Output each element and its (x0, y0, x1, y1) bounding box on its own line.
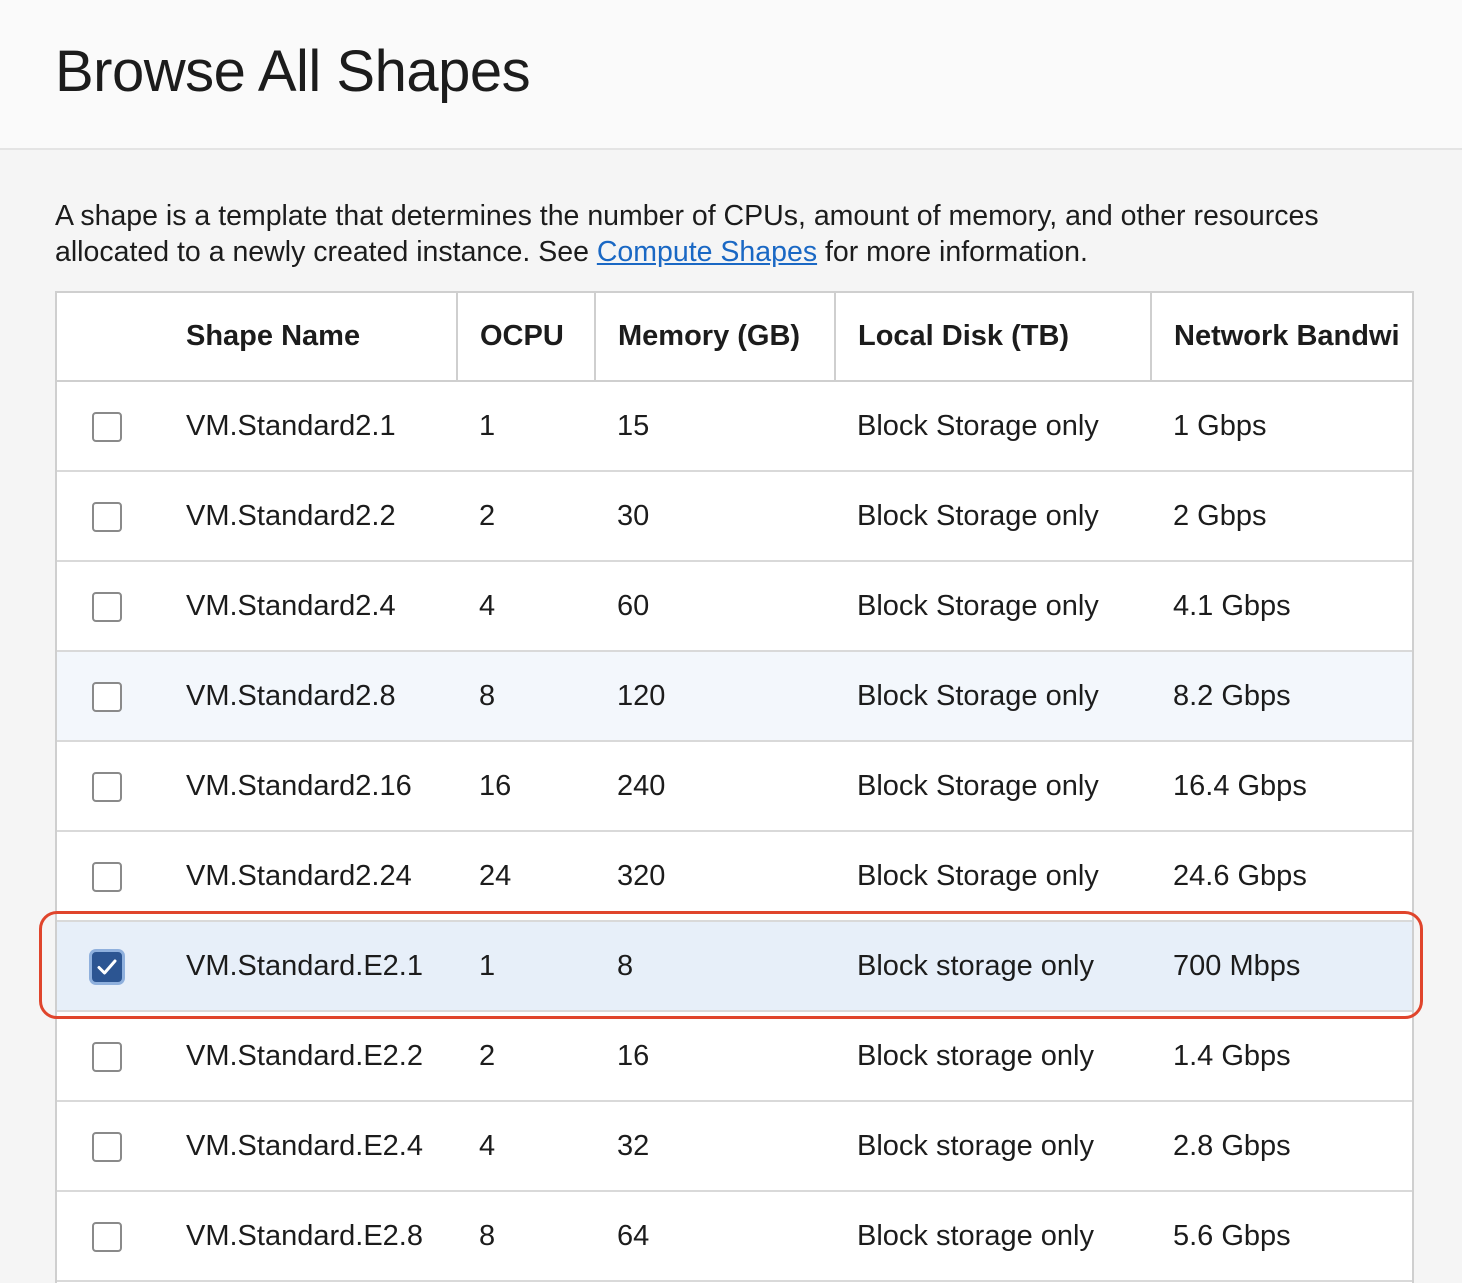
page-description: A shape is a template that determines th… (55, 198, 1395, 270)
cell-ocpu: 8 (457, 651, 595, 742)
table-row[interactable]: VM.Standard2.4 4 60 Block Storage only 4.1 G… (57, 561, 1412, 652)
cell-shape-name: VM.Standard2.4 (164, 561, 457, 652)
cell-ocpu: 8 (457, 1191, 595, 1282)
cell-shape-name: VM.Standard2.8 (164, 651, 457, 742)
cell-network-bandwidth: 2 Gbps (1151, 471, 1412, 562)
shapes-table-container: Shape Name OCPU Memory (GB) Local Disk (… (55, 291, 1414, 1283)
cell-ocpu: 2 (457, 471, 595, 562)
cell-network-bandwidth: 1.4 Gbps (1151, 1011, 1412, 1102)
cell-local-disk: Block Storage only (835, 471, 1151, 562)
page-header: Browse All Shapes (0, 0, 1462, 150)
cell-memory: 30 (595, 471, 835, 562)
row-select-cell (57, 561, 164, 652)
compute-shapes-link[interactable]: Compute Shapes (597, 236, 817, 268)
cell-ocpu: 1 (457, 381, 595, 472)
cell-local-disk: Block storage only (835, 921, 1151, 1012)
table-row[interactable]: VM.Standard.E2.4 4 32 Block storage only 2.8… (57, 1101, 1412, 1192)
cell-memory: 64 (595, 1191, 835, 1282)
cell-network-bandwidth: 700 Mbps (1151, 921, 1412, 1012)
row-select-cell (57, 741, 164, 832)
cell-shape-name: VM.Standard.E2.8 (164, 1191, 457, 1282)
cell-shape-name: VM.Standard2.24 (164, 831, 457, 922)
header-network-bandwidth[interactable]: Network Bandwi (1151, 293, 1412, 382)
cell-local-disk: Block Storage only (835, 381, 1151, 472)
cell-shape-name: VM.Standard2.2 (164, 471, 457, 562)
cell-ocpu: 16 (457, 741, 595, 832)
cell-network-bandwidth: 4.1 Gbps (1151, 561, 1412, 652)
cell-shape-name: VM.Standard2.16 (164, 741, 457, 832)
header-select (57, 293, 164, 382)
cell-local-disk: Block storage only (835, 1011, 1151, 1102)
table-row[interactable]: VM.Standard2.24 24 320 Block Storage only 24… (57, 831, 1412, 922)
table-row[interactable]: VM.Standard2.8 8 120 Block Storage only 8.2 … (57, 651, 1412, 742)
row-checkbox[interactable] (92, 1221, 122, 1252)
row-select-cell (57, 1191, 164, 1282)
cell-local-disk: Block Storage only (835, 831, 1151, 922)
header-shape-name[interactable]: Shape Name (164, 293, 458, 382)
cell-network-bandwidth: 2.8 Gbps (1151, 1101, 1412, 1192)
table-row[interactable]: VM.Standard.E2.1 1 8 Block storage only 700 … (57, 921, 1412, 1012)
cell-ocpu: 4 (457, 561, 595, 652)
cell-memory: 60 (595, 561, 835, 652)
row-checkbox[interactable] (92, 1131, 122, 1162)
check-icon (97, 959, 117, 975)
cell-ocpu: 4 (457, 1101, 595, 1192)
cell-shape-name: VM.Standard.E2.2 (164, 1011, 457, 1102)
cell-shape-name: VM.Standard2.1 (164, 381, 457, 472)
row-checkbox[interactable] (92, 501, 122, 532)
table-header-row: Shape Name OCPU Memory (GB) Local Disk (… (57, 293, 1412, 382)
cell-memory: 240 (595, 741, 835, 832)
row-select-cell (57, 1101, 164, 1192)
header-ocpu[interactable]: OCPU (457, 293, 596, 382)
row-checkbox[interactable] (92, 951, 122, 982)
cell-ocpu: 24 (457, 831, 595, 922)
cell-network-bandwidth: 24.6 Gbps (1151, 831, 1412, 922)
row-checkbox[interactable] (92, 591, 122, 622)
cell-local-disk: Block storage only (835, 1191, 1151, 1282)
row-checkbox[interactable] (92, 861, 122, 892)
header-memory[interactable]: Memory (GB) (595, 293, 836, 382)
row-select-cell (57, 651, 164, 742)
description-text-end: for more information. (817, 236, 1088, 268)
cell-ocpu: 2 (457, 1011, 595, 1102)
table-row[interactable]: VM.Standard2.2 2 30 Block Storage only 2 Gbp… (57, 471, 1412, 562)
cell-shape-name: VM.Standard.E2.1 (164, 921, 457, 1012)
table-row[interactable]: VM.Standard.E2.8 8 64 Block storage only 5.6… (57, 1191, 1412, 1282)
row-checkbox[interactable] (92, 1041, 122, 1072)
row-select-cell (57, 831, 164, 922)
cell-memory: 15 (595, 381, 835, 472)
row-checkbox[interactable] (92, 411, 122, 442)
cell-memory: 320 (595, 831, 835, 922)
cell-local-disk: Block Storage only (835, 651, 1151, 742)
row-select-cell (57, 921, 164, 1012)
cell-network-bandwidth: 5.6 Gbps (1151, 1191, 1412, 1282)
page-title: Browse All Shapes (55, 39, 531, 104)
row-checkbox[interactable] (92, 771, 122, 802)
cell-local-disk: Block Storage only (835, 561, 1151, 652)
cell-memory: 120 (595, 651, 835, 742)
table-body: VM.Standard2.1 1 15 Block Storage only 1 Gbp… (57, 381, 1412, 1282)
cell-memory: 32 (595, 1101, 835, 1192)
table-row[interactable]: VM.Standard2.1 1 15 Block Storage only 1 Gbp… (57, 381, 1412, 472)
cell-shape-name: VM.Standard.E2.4 (164, 1101, 457, 1192)
cell-local-disk: Block Storage only (835, 741, 1151, 832)
row-select-cell (57, 381, 164, 472)
cell-network-bandwidth: 16.4 Gbps (1151, 741, 1412, 832)
cell-memory: 8 (595, 921, 835, 1012)
cell-ocpu: 1 (457, 921, 595, 1012)
row-checkbox[interactable] (92, 681, 122, 712)
shapes-table: Shape Name OCPU Memory (GB) Local Disk (… (57, 293, 1412, 1282)
table-row[interactable]: VM.Standard.E2.2 2 16 Block storage only 1.4… (57, 1011, 1412, 1102)
cell-memory: 16 (595, 1011, 835, 1102)
row-select-cell (57, 471, 164, 562)
cell-network-bandwidth: 1 Gbps (1151, 381, 1412, 472)
cell-local-disk: Block storage only (835, 1101, 1151, 1192)
header-local-disk[interactable]: Local Disk (TB) (835, 293, 1152, 382)
cell-network-bandwidth: 8.2 Gbps (1151, 651, 1412, 742)
row-select-cell (57, 1011, 164, 1102)
table-row[interactable]: VM.Standard2.16 16 240 Block Storage only 16… (57, 741, 1412, 832)
